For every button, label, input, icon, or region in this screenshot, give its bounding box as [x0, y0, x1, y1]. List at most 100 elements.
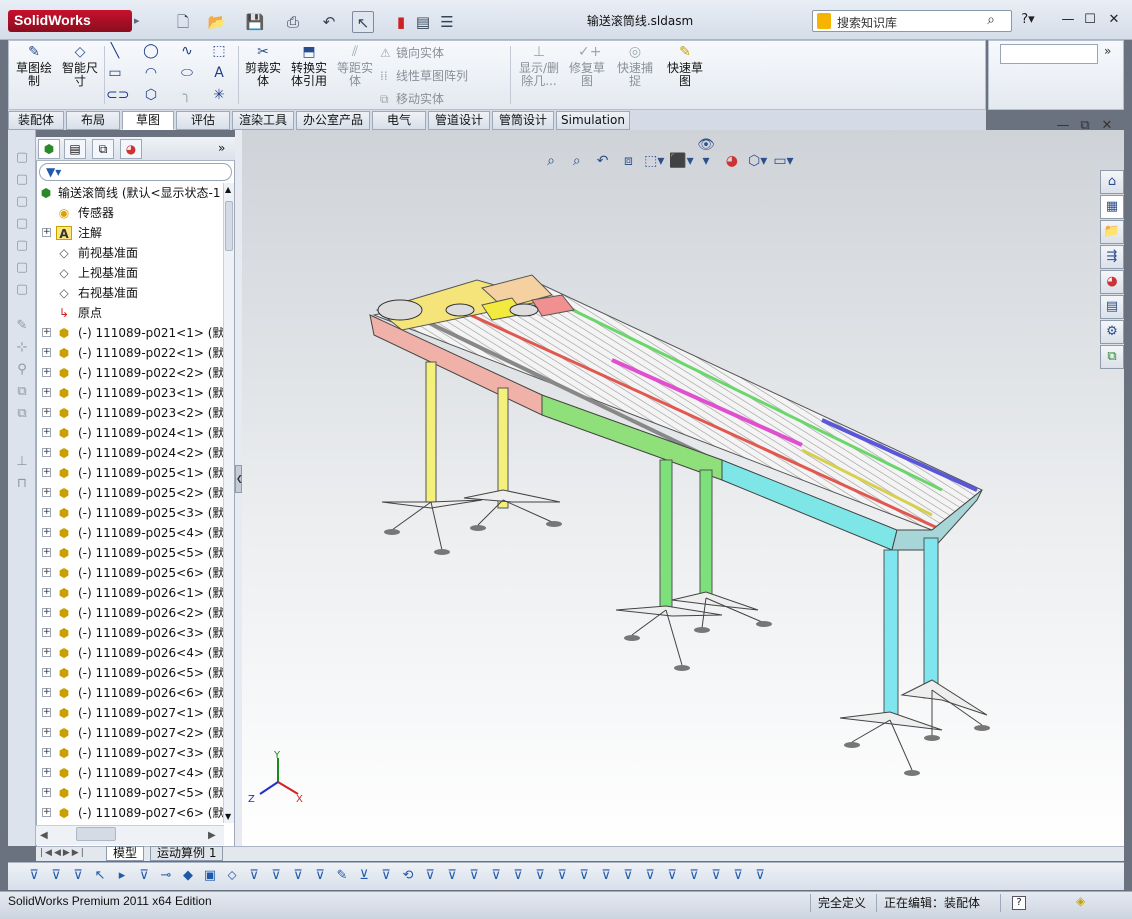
- filter-tool-icon[interactable]: ⊽: [684, 866, 704, 886]
- tree-item-component[interactable]: + ⬢ (-) 111089-p027<1> (默认: [36, 703, 224, 723]
- repair-sketch-button[interactable]: ✓+ 修复草 图: [566, 44, 608, 88]
- tab-navigation-icon[interactable]: |◀◀▶▶|: [40, 848, 86, 858]
- tree-item-sensors[interactable]: ◉ 传感器: [36, 203, 224, 223]
- expand-icon[interactable]: +: [42, 808, 51, 817]
- expand-icon[interactable]: +: [42, 648, 51, 657]
- view-box-icon[interactable]: ▢: [14, 216, 30, 232]
- file-properties-icon[interactable]: ▤: [412, 11, 434, 33]
- rebuild-icon[interactable]: ▮: [390, 11, 412, 33]
- expand-icon[interactable]: +: [42, 628, 51, 637]
- solidworks-resources-icon[interactable]: ⧉: [1100, 345, 1124, 369]
- expand-icon[interactable]: +: [42, 568, 51, 577]
- tree-item-component[interactable]: + ⬢ (-) 111089-p026<5> (默认: [36, 663, 224, 683]
- tab-layout[interactable]: 布局: [66, 111, 120, 130]
- scroll-thumb[interactable]: [76, 827, 116, 841]
- expand-icon[interactable]: +: [42, 508, 51, 517]
- filter-tool-icon[interactable]: ⊽: [618, 866, 638, 886]
- filter-tool-icon[interactable]: ⊽: [288, 866, 308, 886]
- step-tool-icon[interactable]: ⊓: [14, 476, 30, 492]
- menu-expand-icon[interactable]: ▸: [134, 10, 144, 32]
- search-icon[interactable]: ⌕: [987, 12, 995, 28]
- filter-tool-icon[interactable]: ▸: [112, 866, 132, 886]
- view-box-icon[interactable]: ▢: [14, 260, 30, 276]
- close-button[interactable]: ✕: [1104, 12, 1124, 30]
- tab-model[interactable]: 模型: [106, 846, 145, 861]
- viewport-close-icon[interactable]: ✕: [1098, 118, 1116, 134]
- filter-tool-icon[interactable]: ⊽: [376, 866, 396, 886]
- view-orientation-icon[interactable]: ⬚▾: [643, 153, 665, 173]
- fillet-icon[interactable]: ╮: [178, 86, 196, 104]
- tree-item-top-plane[interactable]: ◇ 上视基准面: [36, 263, 224, 283]
- tree-item-component[interactable]: + ⬢ (-) 111089-p022<2> (默认: [36, 363, 224, 383]
- copy-tool-icon[interactable]: ⧉: [14, 384, 30, 400]
- expand-icon[interactable]: +: [42, 488, 51, 497]
- filter-tool-icon[interactable]: ✎: [332, 866, 352, 886]
- filter-tool-icon[interactable]: ◆: [178, 866, 198, 886]
- view-box-icon[interactable]: ▢: [14, 194, 30, 210]
- expand-icon[interactable]: +: [42, 428, 51, 437]
- filter-tool-icon[interactable]: ⊽: [24, 866, 44, 886]
- expand-icon[interactable]: +: [42, 368, 51, 377]
- scroll-right-icon[interactable]: ▶: [208, 830, 216, 841]
- expand-icon[interactable]: +: [42, 708, 51, 717]
- tree-item-component[interactable]: + ⬢ (-) 111089-p025<3> (默认: [36, 503, 224, 523]
- search-knowledge-base[interactable]: 搜索知识库 ⌕: [812, 10, 1012, 32]
- offset-entities-button[interactable]: ⫽ 等距实 体: [334, 44, 376, 88]
- filter-tool-icon[interactable]: ⊽: [574, 866, 594, 886]
- view-box-icon[interactable]: ▢: [14, 282, 30, 298]
- tree-item-component[interactable]: + ⬢ (-) 111089-p025<6> (默认: [36, 563, 224, 583]
- mirror-entities-button[interactable]: ⚠ 镜向实体: [380, 44, 444, 61]
- filter-tool-icon[interactable]: ⊽: [420, 866, 440, 886]
- polygon-icon[interactable]: ⬡: [142, 86, 160, 104]
- tab-render-tools[interactable]: 渲染工具: [232, 111, 294, 130]
- tree-item-component[interactable]: + ⬢ (-) 111089-p025<1> (默认: [36, 463, 224, 483]
- filter-tool-icon[interactable]: ⊽: [464, 866, 484, 886]
- previous-view-icon[interactable]: ↶: [592, 153, 614, 173]
- scroll-left-icon[interactable]: ◀: [40, 830, 48, 841]
- smart-dimension-button[interactable]: ◇ 智能尺 寸: [58, 44, 102, 88]
- filter-tool-icon[interactable]: ⊽: [442, 866, 462, 886]
- filter-tool-icon[interactable]: ⊽: [728, 866, 748, 886]
- expand-icon[interactable]: +: [42, 448, 51, 457]
- ellipse-icon[interactable]: ⬭: [178, 64, 196, 82]
- panel-expand-icon[interactable]: »: [218, 141, 225, 155]
- edit-appearance-icon[interactable]: ◕: [721, 153, 743, 173]
- tree-item-front-plane[interactable]: ◇ 前视基准面: [36, 243, 224, 263]
- filter-tool-icon[interactable]: ⊽: [266, 866, 286, 886]
- expand-icon[interactable]: +: [42, 728, 51, 737]
- custom-properties-icon[interactable]: ▤: [1100, 295, 1124, 319]
- section-view-icon[interactable]: ⧈: [617, 153, 639, 173]
- options-icon[interactable]: ☰: [436, 11, 458, 33]
- display-delete-relations-button[interactable]: ⊥ 显示/删 除几...: [516, 44, 562, 88]
- help-icon[interactable]: ?: [1012, 896, 1026, 910]
- filter-tool-icon[interactable]: ⟲: [398, 866, 418, 886]
- circle-icon[interactable]: ◯: [142, 42, 160, 60]
- tree-item-component[interactable]: + ⬢ (-) 111089-p026<2> (默认: [36, 603, 224, 623]
- tab-sketch[interactable]: 草图: [122, 111, 174, 130]
- filter-tool-icon[interactable]: ⊽: [486, 866, 506, 886]
- filter-tool-icon[interactable]: ⊽: [244, 866, 264, 886]
- tab-tubing[interactable]: 管筒设计: [492, 111, 554, 130]
- filter-tool-icon[interactable]: ⊻: [354, 866, 374, 886]
- filter-tool-icon[interactable]: ↖: [90, 866, 110, 886]
- point-icon[interactable]: ⬚: [210, 42, 228, 60]
- expand-icon[interactable]: +: [42, 668, 51, 677]
- rectangle-icon[interactable]: ▭: [106, 64, 124, 82]
- tree-root[interactable]: ⬢ 输送滚筒线 (默认<显示状态-1: [36, 183, 224, 203]
- toolbox-icon[interactable]: ⚙: [1100, 320, 1124, 344]
- text-icon[interactable]: A: [210, 64, 228, 82]
- tag-icon[interactable]: ◈: [1076, 894, 1085, 908]
- filter-tool-icon[interactable]: ⊽: [46, 866, 66, 886]
- graphics-viewport[interactable]: Y X Z: [242, 130, 1124, 846]
- tab-piping[interactable]: 管道设计: [428, 111, 490, 130]
- tree-item-component[interactable]: + ⬢ (-) 111089-p023<2> (默认: [36, 403, 224, 423]
- expand-icon[interactable]: +: [42, 388, 51, 397]
- trim-entities-button[interactable]: ✂ 剪裁实 体: [242, 44, 284, 88]
- convert-entities-button[interactable]: ⬒ 转换实 体引用: [288, 44, 330, 88]
- filter-tool-icon[interactable]: ⊸: [156, 866, 176, 886]
- dimension-tool-icon[interactable]: ⊹: [14, 340, 30, 356]
- scroll-thumb[interactable]: [225, 201, 233, 251]
- feature-tree-tab-icon[interactable]: ⬢: [38, 139, 60, 159]
- filter-tool-icon[interactable]: ▣: [200, 866, 220, 886]
- expand-icon[interactable]: +: [42, 528, 51, 537]
